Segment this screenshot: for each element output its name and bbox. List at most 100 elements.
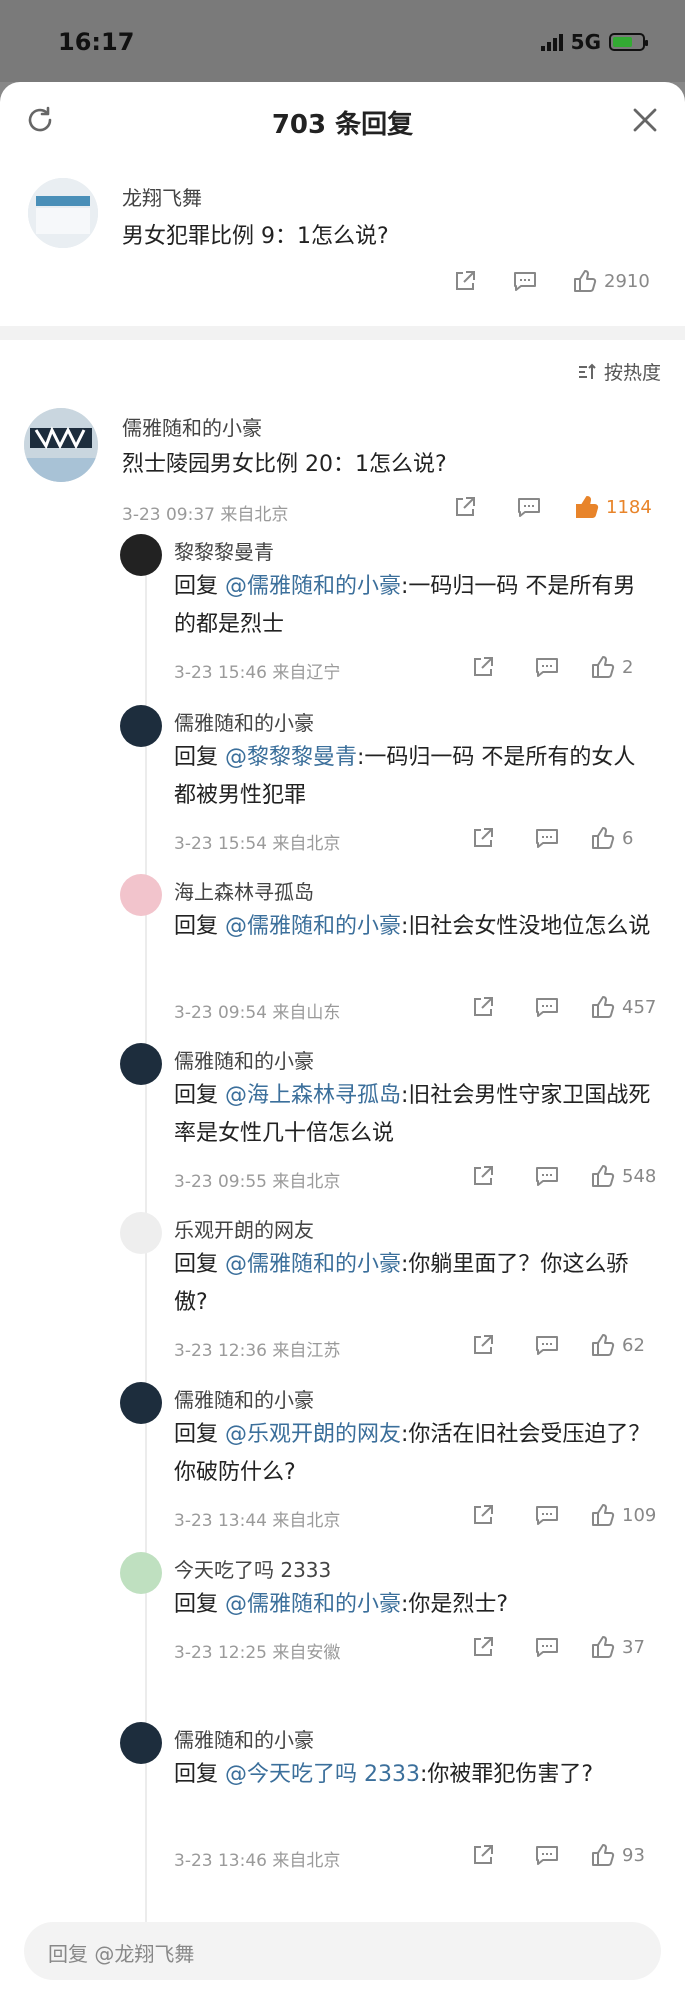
like-count: 62 <box>622 1334 645 1356</box>
thumb-up-icon <box>592 1504 615 1526</box>
reply-meta: 3-23 15:54 来自北京 <box>174 834 341 854</box>
replies-sheet: 703 条回复 龙翔飞舞 男女犯罪比例 9：1怎么说? 2910 按热度 儒雅随… <box>0 82 685 1992</box>
share-button[interactable] <box>470 1634 496 1660</box>
reply-mention-link[interactable]: @今天吃了吗 2333 <box>225 1762 420 1787</box>
like-count: 2910 <box>604 270 650 292</box>
root-comment-text: 男女犯罪比例 9：1怎么说? <box>122 224 389 249</box>
share-button[interactable] <box>470 1502 496 1528</box>
reply-text: 回复 @儒雅随和的小豪:一码归一码 不是所有男的都是烈士 <box>174 568 654 644</box>
reply-author-name[interactable]: 儒雅随和的小豪 <box>174 1384 314 1413</box>
reply-meta: 3-23 12:25 来自安徽 <box>174 1643 341 1663</box>
comment-icon <box>536 1638 558 1657</box>
share-icon <box>474 1335 493 1354</box>
share-button[interactable] <box>470 994 496 1020</box>
avatar[interactable] <box>120 705 162 747</box>
like-count: 37 <box>622 1636 645 1658</box>
reply-prefix: 回复 <box>174 1252 225 1277</box>
reply-text: 回复 @今天吃了吗 2333:你被罪犯伤害了? <box>174 1756 654 1794</box>
reply-author-name[interactable]: 海上森林寻孤岛 <box>174 876 314 905</box>
like-count: 6 <box>622 827 634 849</box>
avatar[interactable] <box>120 1382 162 1424</box>
like-button[interactable]: 37 <box>590 1634 645 1660</box>
like-count: 1184 <box>606 496 652 518</box>
share-button[interactable] <box>470 654 496 680</box>
comment-author-name[interactable]: 儒雅随和的小豪 <box>122 412 262 441</box>
reply-mention-link[interactable]: @儒雅随和的小豪 <box>225 914 401 939</box>
comment-icon <box>536 1336 558 1355</box>
like-button[interactable]: 109 <box>590 1502 656 1528</box>
avatar[interactable] <box>24 408 98 482</box>
root-author-name[interactable]: 龙翔飞舞 <box>122 182 202 211</box>
avatar[interactable] <box>120 1043 162 1085</box>
reply-meta: 3-23 13:44 来自北京 <box>174 1511 341 1531</box>
avatar[interactable] <box>120 1552 162 1594</box>
comment-button[interactable] <box>512 268 538 294</box>
comment-icon <box>536 1167 558 1186</box>
reply-mention-link[interactable]: @儒雅随和的小豪 <box>225 1252 401 1277</box>
comment-icon <box>536 1506 558 1525</box>
share-button[interactable] <box>470 1842 496 1868</box>
avatar[interactable] <box>120 534 162 576</box>
reply-prefix: 回复 <box>174 1762 225 1787</box>
status-time: 16:17 <box>58 28 135 56</box>
avatar[interactable] <box>28 178 98 248</box>
share-icon <box>456 271 475 290</box>
thumb-up-icon <box>592 996 615 1018</box>
close-icon[interactable] <box>629 104 661 136</box>
reply-meta: 3-23 13:46 来自北京 <box>174 1851 341 1871</box>
share-button[interactable] <box>470 825 496 851</box>
reply-author-name[interactable]: 儒雅随和的小豪 <box>174 707 314 736</box>
thumb-up-icon <box>592 827 615 849</box>
avatar[interactable] <box>120 1722 162 1764</box>
reply-body: :你被罪犯伤害了? <box>419 1762 594 1787</box>
share-button[interactable] <box>470 1163 496 1189</box>
reply-mention-link[interactable]: @儒雅随和的小豪 <box>225 1592 401 1617</box>
reply-text: 回复 @黎黎黎曼青:一码归一码 不是所有的女人都被男性犯罪 <box>174 739 654 815</box>
comment-icon <box>518 498 540 517</box>
like-button[interactable]: 1184 <box>574 494 652 520</box>
comment-button[interactable] <box>534 1502 560 1528</box>
comment-button[interactable] <box>516 494 542 520</box>
divider <box>0 326 685 340</box>
reply-author-name[interactable]: 儒雅随和的小豪 <box>174 1045 314 1074</box>
reply-body: :你是烈士? <box>401 1592 509 1617</box>
status-indicators: 5G <box>540 30 648 54</box>
comment-button[interactable] <box>534 994 560 1020</box>
like-button[interactable]: 457 <box>590 994 656 1020</box>
reply-meta: 3-23 12:36 来自江苏 <box>174 1341 341 1361</box>
comment-button[interactable] <box>534 825 560 851</box>
thumb-up-icon <box>592 656 615 678</box>
like-button[interactable]: 2910 <box>572 268 650 294</box>
reply-mention-link[interactable]: @黎黎黎曼青 <box>225 745 357 770</box>
share-icon <box>474 657 493 676</box>
reply-mention-link[interactable]: @儒雅随和的小豪 <box>225 574 401 599</box>
comment-button[interactable] <box>534 1842 560 1868</box>
reply-prefix: 回复 <box>174 914 225 939</box>
share-button[interactable] <box>452 494 478 520</box>
comment-button[interactable] <box>534 1332 560 1358</box>
share-button[interactable] <box>470 1332 496 1358</box>
like-button[interactable]: 6 <box>590 825 633 851</box>
avatar[interactable] <box>120 874 162 916</box>
reply-text: 回复 @儒雅随和的小豪:你躺里面了？你这么骄傲? <box>174 1246 654 1322</box>
thumb-up-icon <box>574 270 597 292</box>
reply-author-name[interactable]: 乐观开朗的网友 <box>174 1214 314 1243</box>
reply-author-name[interactable]: 黎黎黎曼青 <box>174 536 274 565</box>
comment-button[interactable] <box>534 654 560 680</box>
like-button[interactable]: 548 <box>590 1163 656 1189</box>
reply-input[interactable]: 回复 @龙翔飞舞 <box>24 1922 661 1980</box>
comment-button[interactable] <box>534 1634 560 1660</box>
thumb-up-icon <box>592 1165 615 1187</box>
reply-author-name[interactable]: 儒雅随和的小豪 <box>174 1724 314 1753</box>
reply-mention-link[interactable]: @乐观开朗的网友 <box>225 1422 401 1447</box>
share-button[interactable] <box>452 268 478 294</box>
reply-mention-link[interactable]: @海上森林寻孤岛 <box>225 1083 401 1108</box>
comment-button[interactable] <box>534 1163 560 1189</box>
like-button[interactable]: 93 <box>590 1842 645 1868</box>
reply-author-name[interactable]: 今天吃了吗 2333 <box>174 1554 331 1583</box>
avatar[interactable] <box>120 1212 162 1254</box>
share-icon <box>474 997 493 1016</box>
like-button[interactable]: 62 <box>590 1332 645 1358</box>
sort-toggle[interactable]: 按热度 <box>576 358 661 385</box>
like-button[interactable]: 2 <box>590 654 633 680</box>
